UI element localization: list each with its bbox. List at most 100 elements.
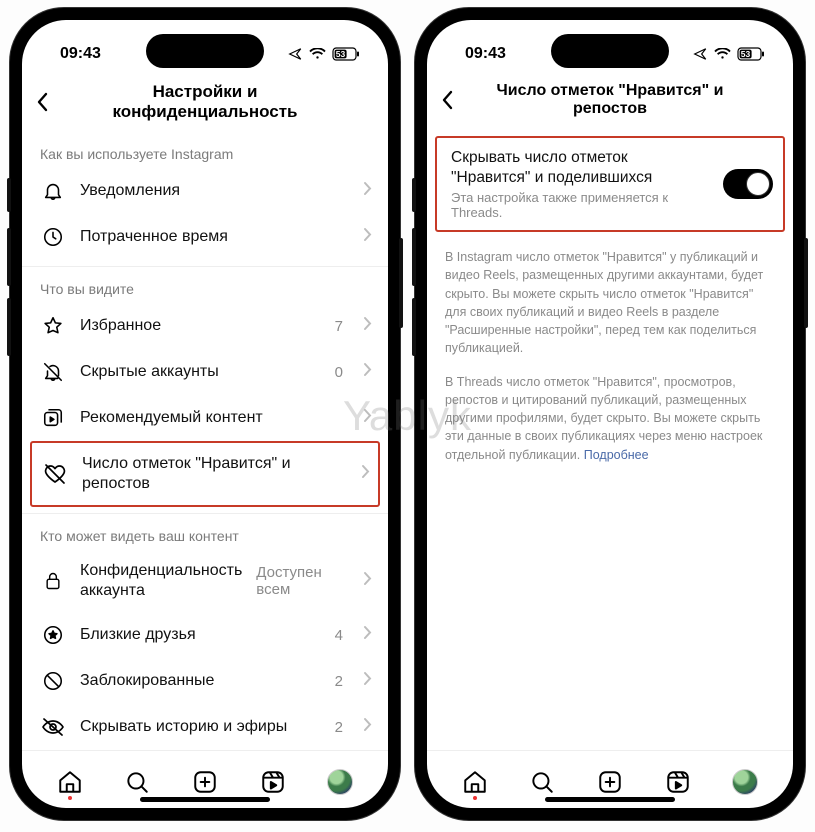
tab-search[interactable] (522, 762, 562, 802)
chevron-left-icon (441, 90, 455, 110)
navbar: Настройки и конфиденциальность (22, 74, 388, 136)
setting-subtitle: Эта настройка также применяется к Thread… (451, 190, 711, 220)
row-account-privacy[interactable]: Конфиденциальность аккаунта Доступен все… (22, 550, 388, 612)
status-time: 09:43 (60, 45, 101, 63)
row-label: Число отметок "Нравится" и репостов (82, 454, 347, 494)
block-icon (40, 670, 66, 692)
battery-icon: 53 (332, 47, 360, 61)
chevron-right-icon (363, 671, 372, 691)
row-label: Скрытые аккаунты (80, 362, 321, 382)
help-text-instagram: В Instagram число отметок "Нравится" у п… (427, 242, 793, 367)
status-icons: 53 (693, 47, 765, 61)
row-time-spent[interactable]: Потраченное время (22, 214, 388, 260)
row-meta: 4 (335, 627, 343, 644)
chevron-right-icon (361, 464, 370, 484)
tab-create[interactable] (590, 762, 630, 802)
hide-likes-toggle[interactable] (723, 169, 773, 199)
highlight-toggle-row: Скрывать число отметок "Нравится" и поде… (435, 136, 785, 232)
help-text-threads: В Threads число отметок "Нравится", прос… (427, 367, 793, 474)
row-label: Потраченное время (80, 227, 349, 247)
row-close-friends[interactable]: Близкие друзья 4 (22, 612, 388, 658)
row-hide-story[interactable]: Скрывать историю и эфиры 2 (22, 704, 388, 750)
battery-icon: 53 (737, 47, 765, 61)
chevron-right-icon (363, 625, 372, 645)
home-icon (462, 769, 488, 795)
row-like-repost-count[interactable]: Число отметок "Нравится" и репостов (32, 443, 378, 505)
dynamic-island (146, 34, 264, 68)
tab-reels[interactable] (253, 762, 293, 802)
section-header-who-sees: Кто может видеть ваш контент (22, 518, 388, 550)
star-circle-icon (40, 624, 66, 646)
home-icon (57, 769, 83, 795)
plus-square-icon (192, 769, 218, 795)
section-header-what-you-see: Что вы видите (22, 271, 388, 303)
row-label: Уведомления (80, 181, 349, 201)
page-title: Настройки и конфиденциальность (64, 82, 346, 122)
highlight-like-count: Число отметок "Нравится" и репостов (30, 441, 380, 507)
play-rect-icon (40, 407, 66, 429)
search-icon (124, 769, 150, 795)
learn-more-link[interactable]: Подробнее (584, 448, 649, 462)
navbar: Число отметок "Нравится" и репостов (427, 74, 793, 132)
row-label: Избранное (80, 316, 321, 336)
heart-off-icon (42, 463, 68, 485)
phone-left: 09:43 53 Настройки и конфиденциальность … (10, 8, 400, 820)
avatar (732, 769, 758, 795)
setting-title: Скрывать число отметок "Нравится" и поде… (451, 148, 711, 188)
tab-create[interactable] (185, 762, 225, 802)
airplane-icon (693, 47, 708, 61)
airplane-icon (288, 47, 303, 61)
tab-home[interactable] (50, 762, 90, 802)
home-indicator[interactable] (140, 797, 270, 802)
row-label: Конфиденциальность аккаунта (80, 561, 242, 601)
phone-right: 09:43 53 Число отметок "Нравится" и репо… (415, 8, 805, 820)
lock-icon (40, 570, 66, 592)
svg-text:53: 53 (336, 49, 346, 59)
row-label: Рекомендуемый контент (80, 408, 349, 428)
row-label: Скрывать историю и эфиры (80, 717, 321, 737)
chevron-right-icon (363, 362, 372, 382)
wifi-icon (309, 48, 326, 60)
chevron-right-icon (363, 717, 372, 737)
reels-icon (260, 769, 286, 795)
row-notifications[interactable]: Уведомления (22, 168, 388, 214)
eye-off-icon (40, 717, 66, 737)
back-button[interactable] (441, 90, 469, 110)
tab-profile[interactable] (725, 762, 765, 802)
tab-search[interactable] (117, 762, 157, 802)
status-time: 09:43 (465, 45, 506, 63)
tab-home[interactable] (455, 762, 495, 802)
row-label: Близкие друзья (80, 625, 321, 645)
row-label: Заблокированные (80, 671, 321, 691)
star-icon (40, 315, 66, 337)
plus-square-icon (597, 769, 623, 795)
chevron-right-icon (363, 181, 372, 201)
search-icon (529, 769, 555, 795)
chevron-right-icon (363, 408, 372, 428)
chevron-left-icon (36, 92, 50, 112)
row-suggested-content[interactable]: Рекомендуемый контент (22, 395, 388, 441)
page-title: Число отметок "Нравится" и репостов (469, 82, 751, 118)
bell-off-icon (40, 361, 66, 383)
wifi-icon (714, 48, 731, 60)
clock-icon (40, 226, 66, 248)
settings-content[interactable]: Как вы используете Instagram Уведомления… (22, 136, 388, 750)
svg-text:53: 53 (741, 49, 751, 59)
row-meta: 7 (335, 318, 343, 335)
chevron-right-icon (363, 227, 372, 247)
row-favorites[interactable]: Избранное 7 (22, 303, 388, 349)
avatar (327, 769, 353, 795)
bell-icon (40, 180, 66, 202)
row-meta: 2 (335, 719, 343, 736)
tab-profile[interactable] (320, 762, 360, 802)
back-button[interactable] (36, 92, 64, 112)
row-muted-accounts[interactable]: Скрытые аккаунты 0 (22, 349, 388, 395)
row-blocked[interactable]: Заблокированные 2 (22, 658, 388, 704)
section-header-usage: Как вы используете Instagram (22, 136, 388, 168)
row-meta: Доступен всем (256, 564, 343, 598)
chevron-right-icon (363, 316, 372, 336)
dynamic-island (551, 34, 669, 68)
tab-reels[interactable] (658, 762, 698, 802)
status-icons: 53 (288, 47, 360, 61)
home-indicator[interactable] (545, 797, 675, 802)
